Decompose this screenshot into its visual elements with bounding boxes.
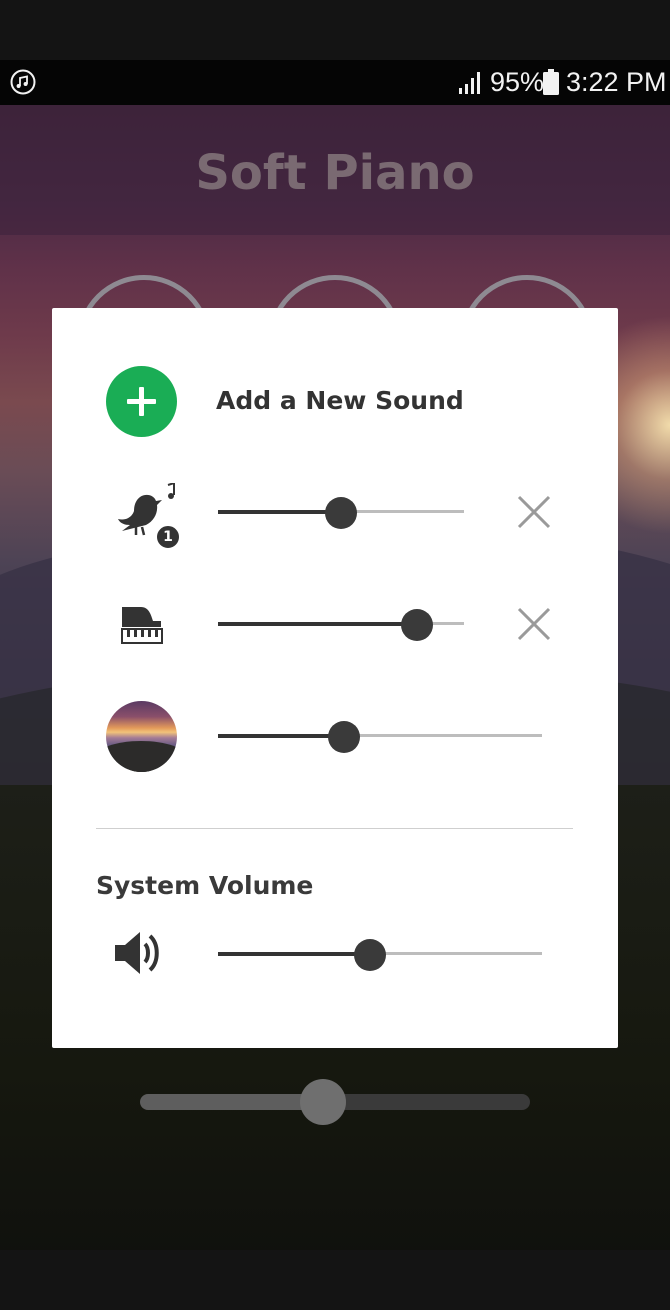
app-title: Soft Piano: [195, 145, 475, 201]
system-volume-label: System Volume: [96, 871, 314, 900]
bird-volume-slider[interactable]: [218, 497, 464, 529]
divider: [96, 828, 573, 829]
background-volume-slider[interactable]: [140, 1079, 530, 1125]
remove-piano-sound-close-icon[interactable]: [517, 607, 551, 641]
slider-fill: [218, 952, 371, 956]
status-clock: 3:22 PM: [566, 67, 667, 97]
slider-thumb[interactable]: [325, 497, 357, 529]
slider-thumb[interactable]: [354, 939, 387, 971]
add-sound-label[interactable]: Add a New Sound: [216, 386, 464, 415]
slider-fill: [218, 734, 345, 738]
background-slider-fill: [140, 1094, 322, 1110]
background-slider-track: [322, 1094, 530, 1110]
top-bezel: [0, 0, 670, 60]
add-sound-button[interactable]: [106, 366, 177, 437]
speaker-icon: [115, 932, 159, 974]
battery-percent: 95%: [490, 67, 545, 97]
grand-piano-icon: [121, 607, 163, 644]
sound-mixer-dialog: Add a New Sound 1 System Volume: [52, 308, 618, 1048]
slider-track: [341, 510, 464, 513]
thumbnail-hill: [106, 741, 177, 772]
battery-icon: [543, 69, 559, 95]
signal-icon: [459, 72, 480, 94]
system-volume-slider[interactable]: [218, 939, 542, 971]
scene-volume-slider[interactable]: [218, 721, 542, 753]
slider-thumb[interactable]: [401, 609, 434, 641]
piano-volume-slider[interactable]: [218, 609, 464, 641]
music-notification-icon: [10, 69, 36, 95]
slider-fill: [218, 622, 418, 626]
scene-thumbnail: [106, 701, 177, 772]
plus-icon: [127, 387, 156, 416]
remove-bird-sound-close-icon[interactable]: [517, 495, 551, 529]
background-slider-thumb[interactable]: [300, 1079, 346, 1125]
status-bar: 95% 3:22 PM: [0, 60, 670, 105]
slider-thumb[interactable]: [328, 721, 361, 753]
slider-track: [344, 734, 542, 737]
bottom-bezel: [0, 1250, 670, 1310]
slider-fill: [218, 510, 341, 514]
slider-track: [370, 952, 542, 955]
sound-count-badge: 1: [155, 524, 181, 550]
